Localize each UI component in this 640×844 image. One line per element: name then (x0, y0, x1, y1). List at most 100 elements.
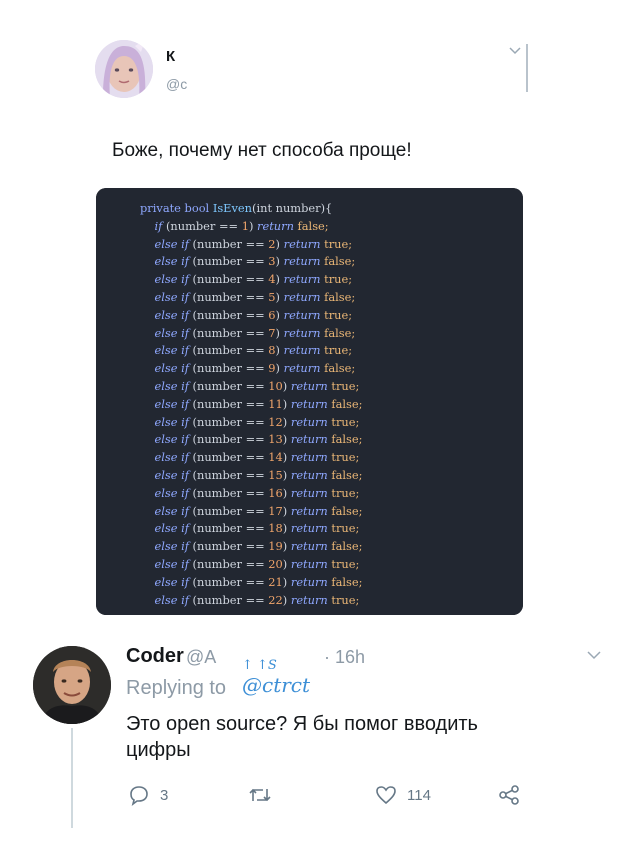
code-keyword: return (290, 414, 328, 429)
code-screenshot[interactable]: private bool IsEven(int number){ if (num… (96, 188, 523, 615)
code-text: (number == (188, 414, 269, 429)
code-line: else if (number == 7) return false; (140, 325, 362, 343)
code-keyword: else if (154, 307, 189, 322)
code-text: ) (248, 218, 258, 233)
code-keyword: return (283, 325, 321, 340)
code-text: ) (282, 450, 291, 465)
replying-to-handle[interactable]: @ctrct (242, 673, 310, 697)
code-keyword: else if (154, 361, 189, 376)
reply-avatar[interactable] (33, 646, 111, 724)
code-text: ) (282, 432, 291, 447)
code-keyword: return (283, 307, 321, 322)
retweet-button[interactable] (248, 783, 272, 807)
code-value: true; (327, 378, 360, 393)
code-number: 21 (268, 574, 283, 589)
reply-author-name[interactable]: Coder (126, 645, 184, 668)
reply-timestamp[interactable]: · 16h (324, 647, 365, 668)
code-line: else if (number == 10) return true; (140, 378, 362, 396)
code-text: (number == (188, 236, 269, 251)
code-keyword: return (290, 592, 328, 607)
code-value: false; (320, 289, 356, 304)
code-keyword: return (283, 289, 321, 304)
thread-line (71, 728, 73, 828)
avatar-portrait-icon (95, 40, 153, 98)
code-keyword: else if (154, 343, 189, 358)
share-button[interactable] (497, 783, 521, 807)
code-number: 16 (268, 485, 283, 500)
code-value: true; (327, 450, 360, 465)
code-text: ) (275, 325, 284, 340)
code-keyword: else if (154, 467, 189, 482)
code-background: private bool IsEven(int number){ if (num… (96, 188, 523, 615)
like-button[interactable]: 114 (375, 783, 431, 807)
code-text: (number == (188, 485, 269, 500)
code-keyword: else if (154, 521, 189, 536)
reply-button[interactable]: 3 (128, 783, 168, 807)
tweet-text: Боже, почему нет способа проще! (112, 140, 412, 161)
code-text: (number == (188, 503, 269, 518)
code-keyword: return (283, 272, 321, 287)
code-keyword: return (290, 574, 328, 589)
code-text: ) (282, 521, 291, 536)
code-line: else if (number == 17) return false; (140, 503, 362, 521)
chevron-down-icon[interactable] (509, 46, 521, 56)
code-keyword: return (290, 539, 328, 554)
code-value: false; (320, 325, 356, 340)
code-text: (int number){ (252, 201, 333, 215)
code-number: 17 (268, 503, 283, 518)
code-text: ) (282, 539, 291, 554)
chevron-down-icon[interactable] (587, 650, 601, 660)
code-line: else if (number == 20) return true; (140, 556, 362, 574)
code-keyword: return (290, 503, 328, 518)
reply-author-handle[interactable]: @A (186, 647, 216, 668)
code-line: else if (number == 5) return false; (140, 289, 362, 307)
code-value: false; (327, 503, 363, 518)
code-keyword: return (290, 485, 328, 500)
code-number: 15 (268, 467, 283, 482)
code-keyword: return (290, 556, 328, 571)
code-text: ) (275, 289, 284, 304)
code-value: true; (320, 272, 353, 287)
code-text: ) (275, 307, 284, 322)
author-avatar[interactable] (95, 40, 153, 98)
code-text: (number == (188, 539, 269, 554)
code-keyword: return (290, 432, 328, 447)
author-handle[interactable]: @c (166, 76, 187, 92)
code-number: 11 (268, 396, 283, 411)
code-line: else if (number == 9) return false; (140, 360, 362, 378)
code-keyword: else if (154, 539, 189, 554)
code-keyword: else if (154, 432, 189, 447)
author-name[interactable]: К (166, 48, 175, 65)
code-line: else if (number == 22) return true; (140, 592, 362, 610)
code-text: (number == (188, 272, 269, 287)
code-keyword: else if (154, 556, 189, 571)
code-value: false; (293, 218, 329, 233)
code-text: ) (282, 467, 291, 482)
code-keyword: else if (154, 396, 189, 411)
code-keyword: else if (154, 289, 189, 304)
reply-text: Это open source? Я бы помог вводить цифр… (126, 713, 478, 761)
retweet-icon (249, 788, 271, 802)
code-line: else if (number == 18) return true; (140, 520, 362, 538)
code-text: ) (275, 272, 284, 287)
code-value: false; (327, 467, 363, 482)
code-line: if (number == 1) return false; (140, 218, 362, 236)
code-line: private bool IsEven(int number){ (140, 200, 362, 218)
avatar-portrait-icon (33, 646, 111, 724)
code-number: 14 (268, 450, 283, 465)
reply-count: 3 (160, 786, 169, 804)
code-keyword: return (290, 396, 328, 411)
code-number: 3 (268, 254, 276, 269)
code-text: (number == (188, 432, 269, 447)
